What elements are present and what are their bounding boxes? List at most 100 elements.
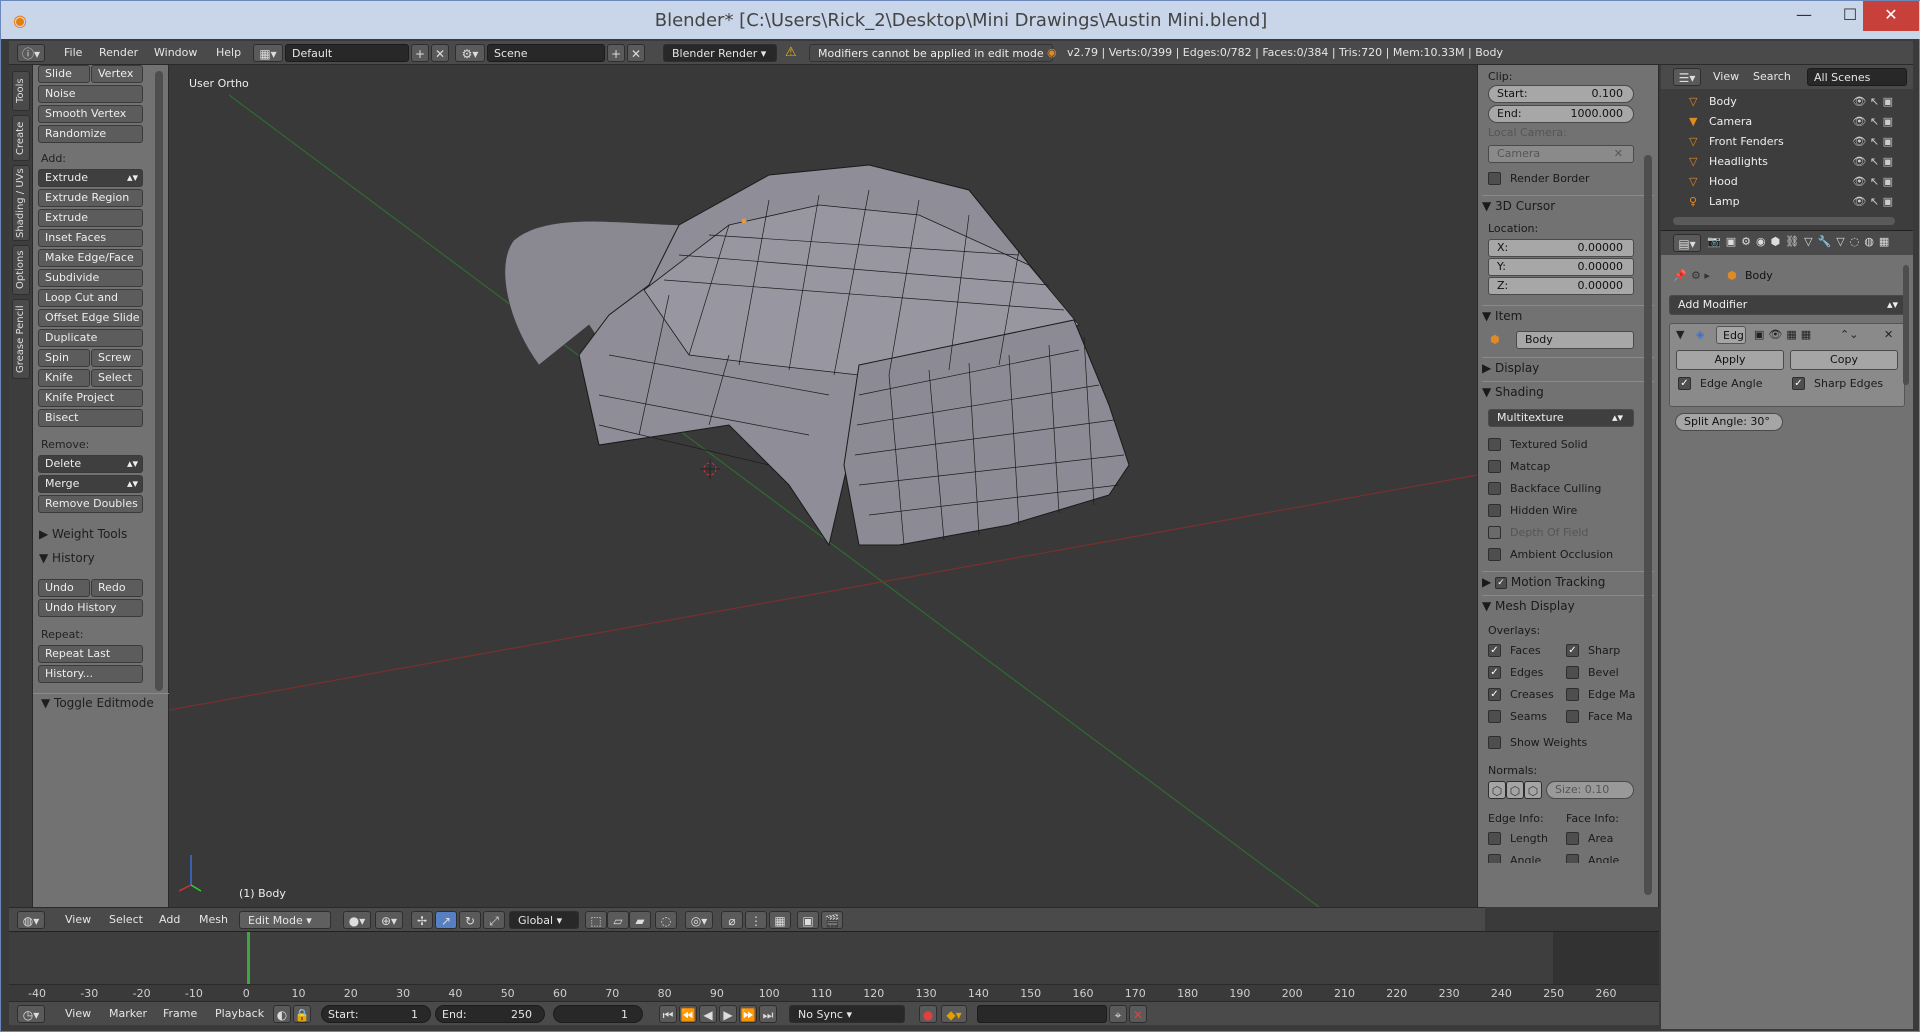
viewport-shading-icon[interactable]: ●▾ xyxy=(343,911,371,929)
menu-outliner-search[interactable]: Search xyxy=(1753,68,1791,86)
delete-keyframe-icon[interactable]: ✕ xyxy=(1129,1005,1147,1023)
jump-keyframe-forward-icon[interactable]: ⏩ xyxy=(739,1005,757,1023)
apply-button[interactable]: Apply xyxy=(1676,350,1784,370)
cursor-x-field[interactable]: X: 0.00000 xyxy=(1488,239,1634,257)
screen-layout-icon[interactable]: ▦▾ xyxy=(253,44,283,62)
menu-add[interactable]: Add xyxy=(159,911,180,929)
clip-start-field[interactable]: Start: 0.100 xyxy=(1488,85,1634,103)
menu-marker[interactable]: Marker xyxy=(109,1005,147,1023)
make-edge-face-button[interactable]: Make Edge/Face xyxy=(38,249,143,267)
record-icon[interactable]: ● xyxy=(919,1005,937,1023)
matcap-checkbox[interactable]: Matcap xyxy=(1488,459,1550,475)
editor-type-icon[interactable]: ⓘ▾ xyxy=(17,44,45,62)
remove-doubles-button[interactable]: Remove Doubles xyxy=(38,495,143,513)
display-mode-select[interactable]: All Scenes xyxy=(1807,68,1907,86)
local-camera-field[interactable]: Camera ✕ xyxy=(1488,145,1634,163)
edge-angle-checkbox[interactable]: ✓ Edge Angle xyxy=(1678,376,1762,392)
snap-target-icon[interactable]: ▦ xyxy=(769,911,791,929)
history-header[interactable]: ▼ History xyxy=(39,549,95,567)
overlay-bevel-checkbox[interactable]: Bevel xyxy=(1566,665,1619,681)
end-frame-field[interactable]: End: 250 xyxy=(435,1005,545,1023)
current-frame-field[interactable]: 1 xyxy=(553,1005,643,1023)
hidden-wire-checkbox[interactable]: Hidden Wire xyxy=(1488,503,1577,519)
edge-length-checkbox[interactable]: Length xyxy=(1488,831,1548,847)
normal-size-field[interactable]: Size: 0.10 xyxy=(1546,781,1634,799)
copy-button[interactable]: Copy xyxy=(1790,350,1898,370)
snap-toggle-icon[interactable]: ⌀ xyxy=(721,911,743,929)
sync-select[interactable]: No Sync ▾ xyxy=(789,1005,905,1023)
extrude-button[interactable]: Extrude ▴▾ xyxy=(38,169,143,187)
menu-select[interactable]: Select xyxy=(109,911,143,929)
keying-set-field[interactable] xyxy=(977,1005,1107,1023)
outliner-scrollbar[interactable] xyxy=(1673,217,1895,225)
lock-icon[interactable]: 🔒 xyxy=(293,1005,311,1023)
jump-keyframe-back-icon[interactable]: ⏪ xyxy=(679,1005,697,1023)
face-angle-checkbox[interactable]: Angle xyxy=(1566,853,1619,863)
move-up-down-icon[interactable]: ⌃⌄ xyxy=(1840,328,1858,341)
visibility-eye-icon[interactable]: 👁 ↖ ▣ xyxy=(1852,133,1893,151)
pivot-point-icon[interactable]: ⊕▾ xyxy=(375,911,403,929)
repeat-last-button[interactable]: Repeat Last xyxy=(38,645,143,663)
modifier-name-field[interactable]: Edg xyxy=(1716,326,1746,344)
redo-button[interactable]: Redo xyxy=(91,579,143,597)
overlay-edges-checkbox[interactable]: ✓ Edges xyxy=(1488,665,1543,681)
editor-type-3d-icon[interactable]: ◍▾ xyxy=(17,911,45,929)
context-tabs-icons[interactable]: 📷▣⚙◉⬢⛓▽🔧▽◌◍▦ xyxy=(1707,235,1894,248)
opengl-render-icon[interactable]: 🎬 xyxy=(821,911,843,929)
depth-of-field-checkbox[interactable]: Depth Of Field xyxy=(1488,525,1588,541)
knife-project-button[interactable]: Knife Project xyxy=(38,389,143,407)
backface-culling-checkbox[interactable]: Backface Culling xyxy=(1488,481,1601,497)
slide-edge-button[interactable]: Slide Ed xyxy=(38,65,90,96)
tab-options[interactable]: Options xyxy=(12,245,30,295)
overlay-faces-checkbox[interactable]: ✓ Faces xyxy=(1488,643,1541,659)
pin-icon[interactable]: 📌 xyxy=(1673,269,1687,282)
outliner-item-lamp[interactable]: ♀ Lamp 👁 ↖ ▣ xyxy=(1681,193,1901,211)
delete-button[interactable]: Delete ▴▾ xyxy=(38,455,143,473)
outliner-item-headlights[interactable]: ▽ Headlights 👁 ↖ ▣ xyxy=(1681,153,1901,171)
remove-layout-icon[interactable]: ✕ xyxy=(431,44,449,62)
proportional-edit-icon[interactable]: ◎▾ xyxy=(685,911,713,929)
translate-icon[interactable]: ↗ xyxy=(435,911,457,929)
mesh-display-header[interactable]: ▼ Mesh Display xyxy=(1482,595,1654,615)
overlay-seams-checkbox[interactable]: Seams xyxy=(1488,709,1547,725)
overlay-sharp-checkbox[interactable]: ✓ Sharp xyxy=(1566,643,1620,659)
modifier-display-toggles-icon[interactable]: ▣👁▦▦ xyxy=(1754,328,1815,341)
editor-type-outliner-icon[interactable]: ☰▾ xyxy=(1673,68,1701,86)
clip-end-field[interactable]: End: 1000.000 xyxy=(1488,105,1634,123)
item-header[interactable]: ▼ Item xyxy=(1482,305,1654,325)
visibility-eye-icon[interactable]: 👁 ↖ ▣ xyxy=(1852,93,1893,111)
extrude-region-button[interactable]: Extrude Region xyxy=(38,189,143,207)
menu-timeline-view[interactable]: View xyxy=(65,1005,91,1023)
screw-button[interactable]: Screw xyxy=(91,349,143,367)
merge-button[interactable]: Merge ▴▾ xyxy=(38,475,143,493)
display-header[interactable]: ▶ Display xyxy=(1482,357,1654,377)
smooth-vertex-button[interactable]: Smooth Vertex xyxy=(38,105,143,123)
snap-element-icon[interactable]: ⋮ xyxy=(745,911,767,929)
show-weights-checkbox[interactable]: Show Weights xyxy=(1488,735,1587,751)
close-button[interactable]: ✕ xyxy=(1863,1,1919,31)
insert-keyframe-icon[interactable]: ⌖ xyxy=(1109,1005,1127,1023)
check-icon[interactable]: ✓ xyxy=(1495,576,1508,589)
play-reverse-icon[interactable]: ◀ xyxy=(699,1005,717,1023)
split-angle-field[interactable]: Split Angle: 30° xyxy=(1675,413,1783,431)
rotate-icon[interactable]: ↻ xyxy=(459,911,481,929)
knife-button[interactable]: Knife xyxy=(38,369,90,387)
preview-range-icon[interactable]: ◐ xyxy=(273,1005,291,1023)
add-scene-icon[interactable]: + xyxy=(607,44,625,62)
vertex-select-icon[interactable]: ⬚ xyxy=(585,911,607,929)
current-frame-marker[interactable] xyxy=(247,932,250,984)
history-button[interactable]: History... xyxy=(38,665,143,683)
tab-shading-uvs[interactable]: Shading / UVs xyxy=(12,165,30,241)
outliner-item-camera[interactable]: ▼ Camera 👁 ↖ ▣ xyxy=(1681,113,1901,131)
noise-button[interactable]: Noise xyxy=(38,85,143,103)
cursor-y-field[interactable]: Y: 0.00000 xyxy=(1488,258,1634,276)
outliner-item-body[interactable]: ▽ Body 👁 ↖ ▣ xyxy=(1681,93,1901,111)
scale-icon[interactable]: ⤢ xyxy=(483,911,505,929)
cursor-z-field[interactable]: Z: 0.00000 xyxy=(1488,277,1634,295)
outliner-item-hood[interactable]: ▽ Hood 👁 ↖ ▣ xyxy=(1681,173,1901,191)
visibility-eye-icon[interactable]: 👁 ↖ ▣ xyxy=(1852,193,1893,211)
add-modifier-select[interactable]: Add Modifier ▴▾ xyxy=(1669,295,1905,315)
shading-mode-select[interactable]: Multitexture ▴▾ xyxy=(1488,409,1634,427)
play-icon[interactable]: ▶ xyxy=(719,1005,737,1023)
overlay-face-marks-checkbox[interactable]: Face Ma xyxy=(1566,709,1633,725)
